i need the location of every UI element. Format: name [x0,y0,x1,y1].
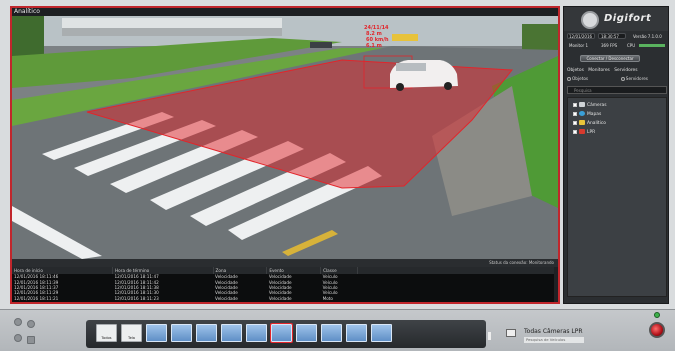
connect-button[interactable]: Conectar / Desconectar [580,55,640,62]
object-tree: Câmeras Mapas Analítico LPR [567,97,667,297]
tree-label: Mapas [587,112,602,117]
cell-end: 12/01/2016 18:11:23 [114,295,159,301]
tree-label: LPR [587,130,596,135]
cell-blank [358,296,558,301]
analytics-icon [579,120,585,125]
layout-3x3-button[interactable] [270,323,293,343]
car-icon [506,329,516,337]
camera-icon [579,102,585,107]
logo-area: Digifort [564,7,668,31]
cell-start: 12/01/2016 18:11:21 [14,295,59,301]
col-class[interactable]: Classe [320,267,358,274]
camera-scene [12,16,558,259]
lpr-title: Todas Câmeras LPR [524,328,583,335]
events-header-row: Hora de início Hora de término Zona Even… [12,267,558,274]
status-ok-icon [654,312,660,318]
panel-tabs: Objetos Monitores Servidores [567,68,641,73]
scroll-indicator[interactable] [488,332,491,340]
tree-item-lpr[interactable]: LPR [573,129,595,136]
tab-servers[interactable]: Servidores [614,68,637,73]
layout-button-screen-label: Tela [128,336,135,340]
radio-servers[interactable] [620,77,625,81]
date-value: 12/01/2016 [569,34,593,39]
version-label: Versão 7.1.0.0 [633,34,662,39]
cpu-meter [639,44,665,47]
radio-servers-label: Servidores [625,76,648,81]
expand-icon[interactable] [573,111,577,116]
col-end-time[interactable]: Hora de término [112,267,214,274]
col-event[interactable]: Evento [266,267,322,274]
layout-button-all[interactable]: Todos [96,324,117,342]
expand-icon[interactable] [573,120,577,125]
cell-class: Moto [322,295,333,301]
menu-icon[interactable] [14,334,22,342]
cell-event: Velocidade [268,295,292,301]
camera-view[interactable]: 24/11/14 8.2 m 60 km/h 6.1 m [12,16,558,259]
radio-objects-label: Objetos [572,76,589,81]
lpr-icon [579,129,585,134]
layout-1-plus-7-button[interactable] [246,324,267,342]
tree-item-maps[interactable]: Mapas [573,111,601,118]
events-table: Hora de início Hora de término Zona Even… [12,267,558,302]
toolbar-left-controls [8,316,78,346]
monitor-label: Monitor 1 [569,43,589,48]
fps-label: 369 FPS [601,43,618,48]
info-row-datetime: 12/01/2016 18:30:57 Versão 7.1.0.0 [567,33,667,40]
lpr-shortcut[interactable]: Todas Câmeras LPR Pesquisa de Veículos [496,326,626,348]
search-input[interactable]: Pesquisa [567,86,667,94]
tab-objects[interactable]: Objetos [567,68,584,73]
tree-item-analytics[interactable]: Analítico [573,120,606,127]
settings-icon[interactable] [14,318,22,326]
alarm-button[interactable] [649,322,665,338]
layout-1x1-button[interactable] [146,324,167,342]
app-window: Analítico 24/11/14 8.2 m 60 km/h 6.1 m S… [0,0,675,351]
expand-icon[interactable] [573,129,577,134]
col-blank [357,267,558,274]
screen-icon[interactable] [27,336,35,344]
layout-button-screen[interactable]: Tela [121,324,142,342]
tree-label: Câmeras [587,103,607,108]
layout-2-plus-8-button[interactable] [296,324,317,342]
events-scrollbar[interactable] [554,267,558,302]
cell-zone: Velocidade [215,295,238,301]
digifort-logo-icon [581,11,599,29]
tree-label: Analítico [587,121,606,126]
connection-status: Status da conexão: Monitorando [12,259,558,267]
expand-icon[interactable] [573,102,577,107]
map-icon [579,111,585,116]
col-zone[interactable]: Zona [213,267,268,274]
table-row[interactable]: 12/01/2016 18:11:21 12/01/2016 18:11:23 … [12,296,558,301]
video-window-title: Analítico [12,8,558,16]
brand-name: Digifort [604,13,652,24]
layout-6x6-button[interactable] [371,324,392,342]
video-window: Analítico 24/11/14 8.2 m 60 km/h 6.1 m S… [10,6,560,304]
layout-5x5-button[interactable] [346,324,367,342]
layout-1-plus-5-button[interactable] [221,324,242,342]
col-start-time[interactable]: Hora de início [12,267,114,274]
layout-2x2-button[interactable] [171,324,192,342]
tab-monitors[interactable]: Monitores [588,68,610,73]
power-icon[interactable] [27,320,35,328]
time-value: 18:30:57 [601,34,619,39]
layout-1-plus-3-button[interactable] [196,324,217,342]
tree-item-cameras[interactable]: Câmeras [573,102,607,109]
cpu-label: CPU [627,43,636,48]
view-radio-group: Objetos Servidores [567,76,667,81]
right-panel: Digifort 12/01/2016 18:30:57 Versão 7.1.… [563,6,669,304]
radio-objects[interactable] [567,77,571,81]
info-row-monitor: Monitor 1 369 FPS CPU [567,42,667,49]
lpr-subtitle: Pesquisa de Veículos [524,337,584,343]
layout-4x4-button[interactable] [321,324,342,342]
overlay-length: 6.1 m [366,43,382,49]
layout-button-all-label: Todos [101,336,112,340]
bottom-toolbar: Todos Tela Todas Câmeras LPR Pesquisa de… [0,309,675,351]
